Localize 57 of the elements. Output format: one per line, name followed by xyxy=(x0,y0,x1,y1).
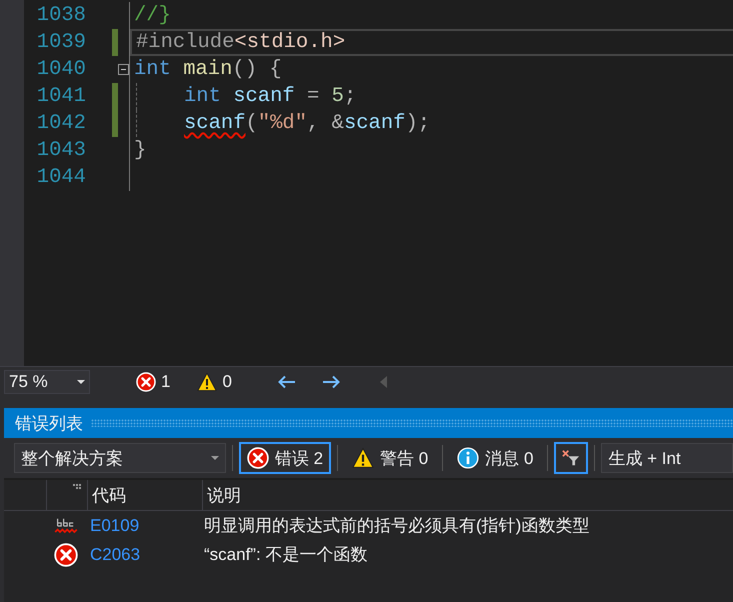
info-filter-button[interactable]: 消息 0 xyxy=(449,442,542,474)
error-description: “scanf”: 不是一个函数 xyxy=(203,544,368,566)
dropdown-caret-icon xyxy=(210,456,219,460)
info-icon xyxy=(457,447,480,469)
build-source-dropdown[interactable]: 生成 + Int xyxy=(601,443,733,473)
code-token: } xyxy=(134,139,146,162)
code-token: #include xyxy=(136,31,234,54)
warning-icon xyxy=(352,447,374,469)
line-number: 1042 xyxy=(36,112,86,135)
code-token: scanf xyxy=(344,112,406,135)
error-description: 明显调用的表达式前的括号必须具有(指针)函数类型 xyxy=(203,515,590,537)
collapse-icon[interactable] xyxy=(118,64,129,75)
code-token: () { xyxy=(232,58,282,81)
error-code-link[interactable]: E0109 xyxy=(86,516,200,536)
line-number: 1039 xyxy=(36,31,86,54)
line-number: 1038 xyxy=(36,4,86,27)
warning-icon xyxy=(197,372,218,392)
code-token: "%d" xyxy=(258,112,308,135)
back-arrow-icon[interactable] xyxy=(278,375,296,389)
line-number: 1043 xyxy=(36,139,86,162)
warning-filter-button[interactable]: 警告 0 xyxy=(344,442,436,474)
forward-arrow-icon[interactable] xyxy=(322,375,340,389)
filter-toggle-button[interactable] xyxy=(554,442,588,474)
code-token: <stdio.h> xyxy=(234,31,346,54)
code-token: = xyxy=(307,85,320,108)
code-token: ); xyxy=(405,112,430,135)
code-token: scanf xyxy=(184,112,246,135)
column-header[interactable]: 说明 xyxy=(203,484,733,506)
code-token: int xyxy=(134,58,171,81)
code-token: ( xyxy=(246,112,258,135)
code-token: scanf xyxy=(233,85,295,108)
zoom-dropdown[interactable]: 75 % xyxy=(4,370,90,394)
line-number: 1041 xyxy=(36,85,86,108)
error-code-link[interactable]: C2063 xyxy=(86,544,200,564)
scope-dropdown[interactable]: 整个解决方案 xyxy=(14,443,226,473)
column-header[interactable]: 代码 xyxy=(92,484,126,506)
error-filter-button[interactable]: 错误 2 xyxy=(238,442,332,474)
code-token: 5 xyxy=(332,85,344,108)
code-token: , & xyxy=(307,112,344,135)
dropdown-caret-icon xyxy=(77,380,85,384)
code-comment: //} xyxy=(134,4,171,27)
line-number: 1040 xyxy=(36,58,86,81)
code-token: main xyxy=(183,58,232,81)
error-row[interactable]: E0109 明显调用的表达式前的括号必须具有(指针)函数类型 xyxy=(4,511,733,540)
error-icon xyxy=(136,372,156,392)
error-icon xyxy=(246,447,269,469)
error-count[interactable]: 1 xyxy=(136,372,170,392)
code-token: ; xyxy=(344,85,356,108)
line-number: 1044 xyxy=(36,166,86,189)
panel-title: 错误列表 xyxy=(15,412,83,434)
error-row[interactable]: C2063 “scanf”: 不是一个函数 xyxy=(4,540,733,569)
warning-count[interactable]: 0 xyxy=(197,372,232,392)
error-icon xyxy=(54,542,78,566)
code-token: int xyxy=(184,85,221,108)
title-bar-grip[interactable] xyxy=(91,419,733,427)
column-grip-icon xyxy=(73,484,81,490)
filter-clear-icon xyxy=(562,449,580,467)
